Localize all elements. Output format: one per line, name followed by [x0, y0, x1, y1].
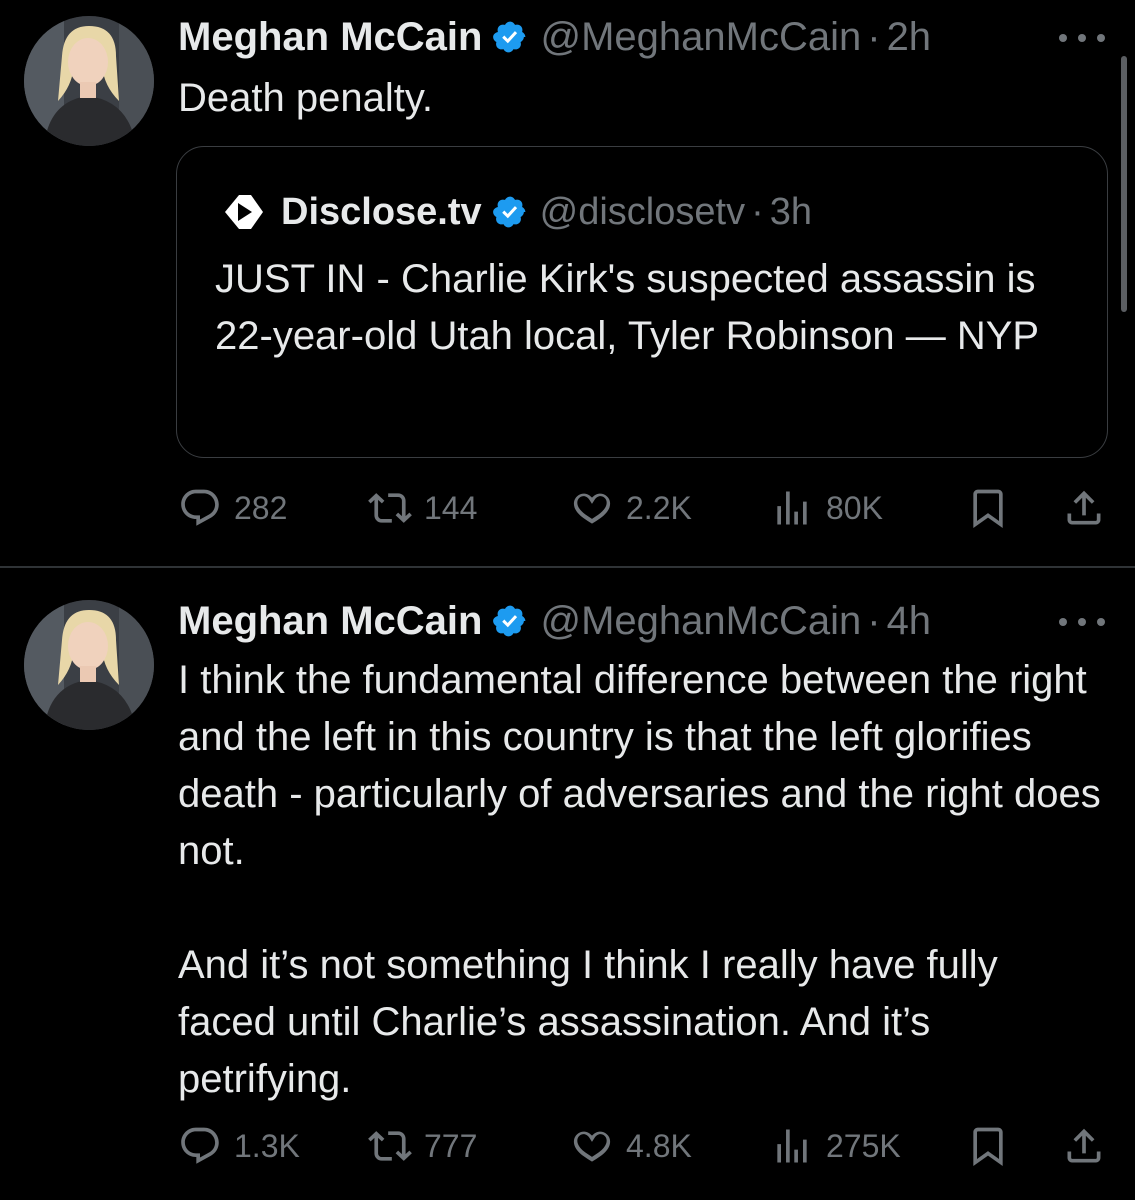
tweet-header: Meghan McCain @MeghanMcCain · 4h: [178, 596, 931, 646]
repost-icon: [368, 493, 412, 523]
share-button[interactable]: [1062, 478, 1106, 538]
avatar[interactable]: [24, 16, 154, 146]
share-icon: [1067, 490, 1101, 525]
disclose-logo-icon: [225, 195, 263, 229]
like-icon: [573, 493, 611, 524]
more-icon[interactable]: [1059, 28, 1105, 48]
like-count: 2.2K: [626, 489, 692, 526]
bookmark-button[interactable]: [966, 1116, 1010, 1176]
quoted-tweet[interactable]: Disclose.tv @disclosetv · 3h JUST IN - C…: [176, 146, 1108, 458]
views-button[interactable]: 275K: [770, 1116, 901, 1176]
views-count: 275K: [826, 1127, 901, 1164]
views-icon: [777, 1129, 807, 1163]
separator-dot: ·: [751, 190, 764, 233]
author-name[interactable]: Meghan McCain: [178, 15, 482, 60]
reply-icon: [181, 489, 219, 526]
tweet[interactable]: Meghan McCain @MeghanMcCain · 4h I think…: [0, 568, 1135, 1200]
repost-button[interactable]: 777: [368, 1116, 477, 1176]
like-button[interactable]: 4.8K: [570, 1116, 692, 1176]
verified-badge-icon: [493, 605, 526, 637]
bookmark-icon: [973, 1127, 1003, 1167]
tweet-text: I think the fundamental difference betwe…: [178, 658, 1101, 1101]
avatar-image: [24, 600, 154, 730]
quoted-tweet-text: JUST IN - Charlie Kirk's suspected assas…: [215, 257, 1040, 358]
reply-count: 1.3K: [234, 1127, 300, 1164]
author-handle[interactable]: @MeghanMcCain: [540, 15, 861, 60]
quoted-author-handle[interactable]: @disclosetv: [540, 191, 745, 234]
separator-dot: ·: [867, 598, 881, 643]
author-name[interactable]: Meghan McCain: [178, 599, 482, 644]
avatar[interactable]: [24, 600, 154, 730]
tweet[interactable]: Meghan McCain @MeghanMcCain · 2h Death p…: [0, 0, 1135, 566]
views-count: 80K: [826, 489, 883, 526]
tweet-header: Meghan McCain @MeghanMcCain · 2h: [178, 12, 931, 62]
views-icon: [777, 491, 807, 525]
repost-count: 777: [424, 1127, 478, 1164]
reply-icon: [181, 1127, 219, 1164]
like-count: 4.8K: [626, 1127, 692, 1164]
timestamp[interactable]: 4h: [887, 599, 932, 644]
bookmark-button[interactable]: [966, 478, 1010, 538]
repost-count: 144: [424, 489, 478, 526]
tweet-text: Death penalty.: [178, 76, 433, 120]
quoted-tweet-header: Disclose.tv @disclosetv · 3h: [221, 187, 812, 237]
reply-button[interactable]: 1.3K: [178, 1116, 300, 1176]
reply-count: 282: [234, 489, 288, 526]
timestamp[interactable]: 2h: [887, 15, 932, 60]
more-icon[interactable]: [1059, 612, 1105, 632]
tweet-actions: 282 144 2.2K 80K: [178, 478, 1108, 538]
reply-button[interactable]: 282: [178, 478, 287, 538]
verified-badge-icon: [493, 21, 526, 53]
views-button[interactable]: 80K: [770, 478, 883, 538]
share-icon: [1067, 1128, 1101, 1163]
bookmark-icon: [973, 489, 1003, 529]
author-handle[interactable]: @MeghanMcCain: [540, 599, 861, 644]
quoted-timestamp[interactable]: 3h: [770, 191, 812, 234]
repost-icon: [368, 1131, 412, 1161]
scrollbar[interactable]: [1121, 56, 1127, 312]
quoted-author-name[interactable]: Disclose.tv: [281, 191, 482, 234]
verified-badge-icon: [492, 196, 526, 228]
separator-dot: ·: [867, 14, 881, 59]
repost-button[interactable]: 144: [368, 478, 477, 538]
tweet-actions: 1.3K 777 4.8K 275K: [178, 1116, 1108, 1176]
avatar-image: [24, 16, 154, 146]
like-button[interactable]: 2.2K: [570, 478, 692, 538]
like-icon: [573, 1131, 611, 1162]
share-button[interactable]: [1062, 1116, 1106, 1176]
